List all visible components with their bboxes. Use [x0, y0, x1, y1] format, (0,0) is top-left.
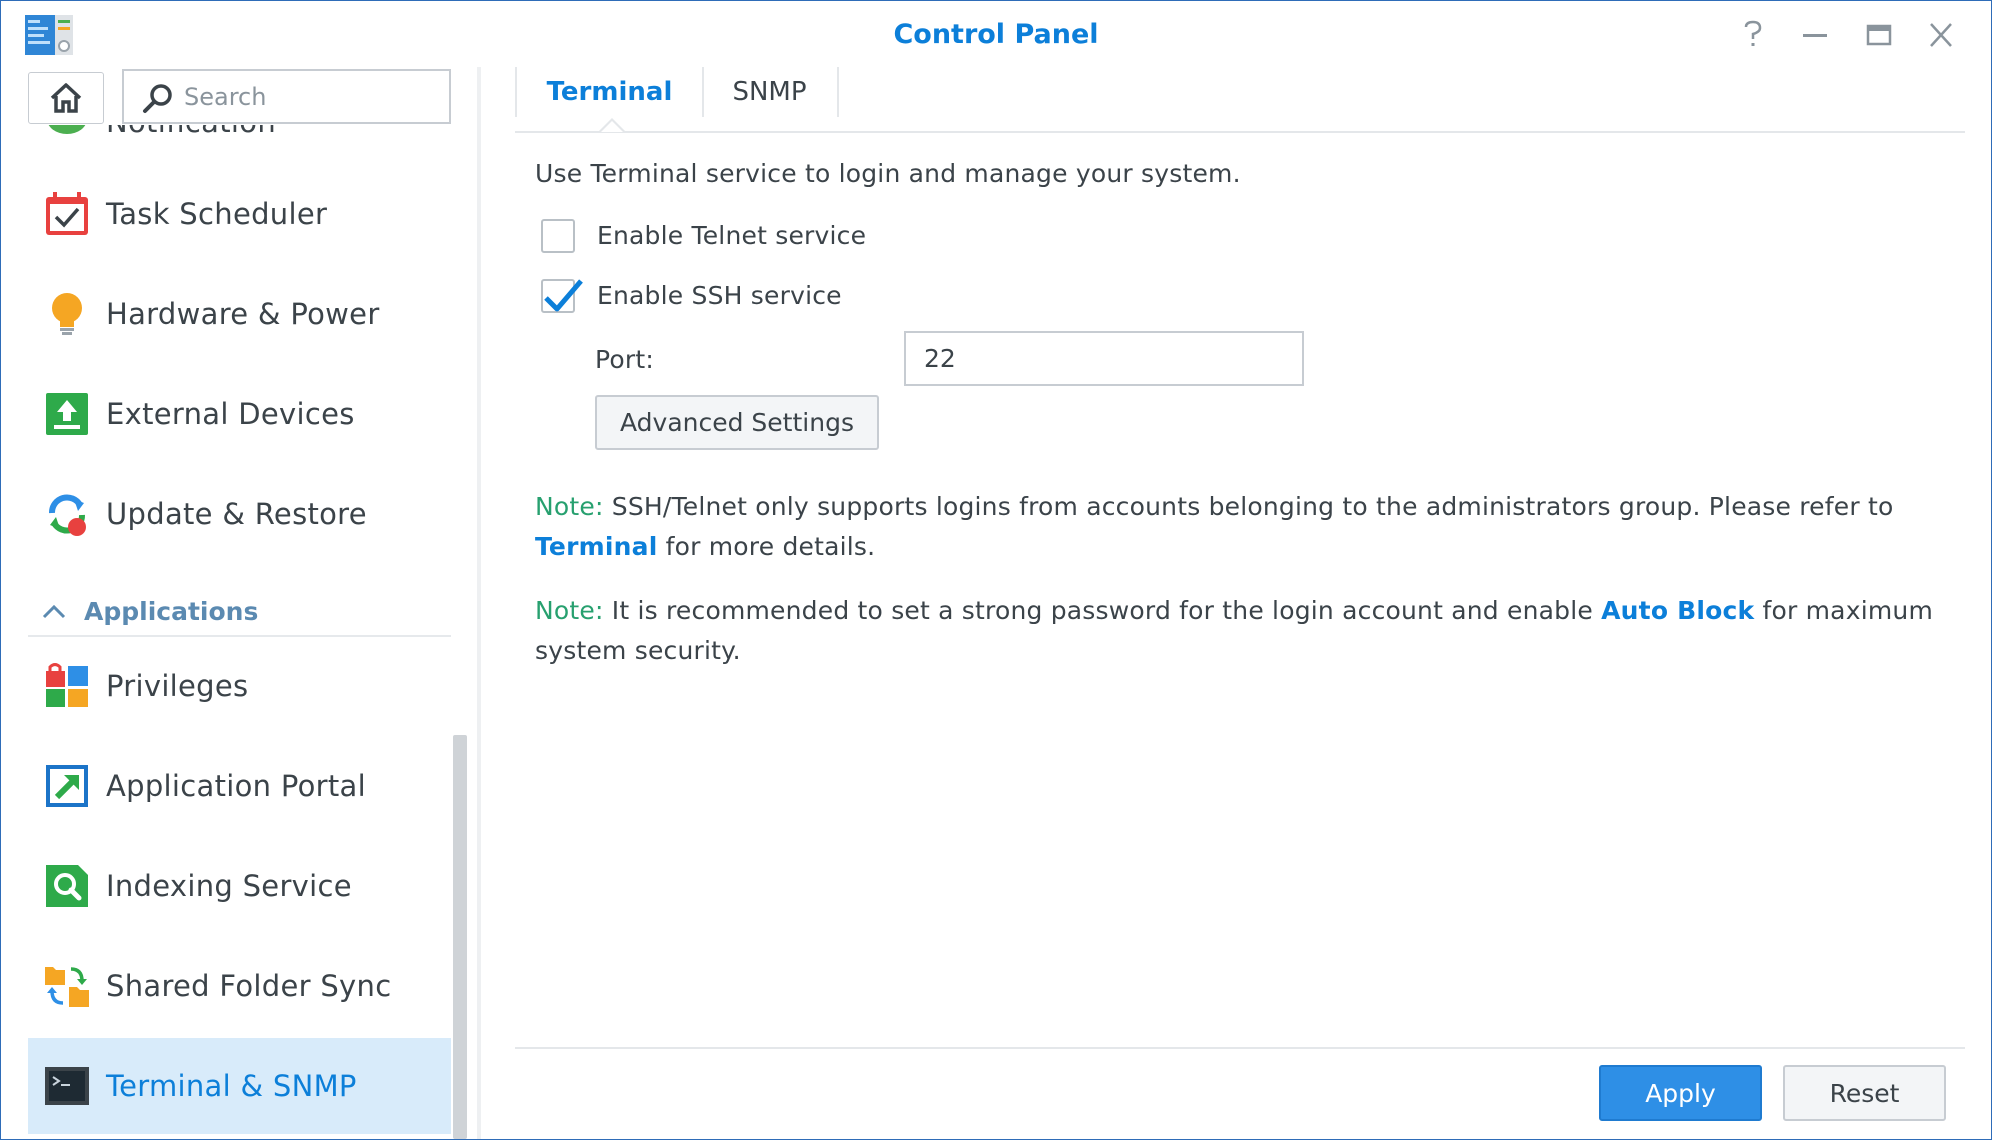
- search-field[interactable]: [122, 69, 451, 124]
- sidebar-item-update-restore[interactable]: Update & Restore: [28, 473, 451, 555]
- note-tag: Note:: [535, 596, 604, 625]
- note-password: Note: It is recommended to set a strong …: [535, 591, 1935, 671]
- tab-snmp[interactable]: SNMP: [702, 67, 839, 117]
- minimize-icon[interactable]: [1797, 19, 1833, 51]
- search-input[interactable]: [182, 81, 436, 113]
- sidebar-scrollbar[interactable]: [453, 735, 467, 1139]
- telnet-checkbox[interactable]: [541, 219, 575, 253]
- search-icon: [143, 84, 172, 113]
- intro-text: Use Terminal service to login and manage…: [535, 159, 1241, 188]
- telnet-label[interactable]: Enable Telnet service: [597, 221, 866, 250]
- note-text: SSH/Telnet only supports logins from acc…: [603, 492, 1894, 521]
- note-text: It is recommended to set a strong passwo…: [603, 596, 1602, 625]
- application-portal-icon: [46, 765, 88, 807]
- sidebar-item-notification[interactable]: Notification: [28, 125, 451, 163]
- notification-icon: [48, 125, 86, 134]
- indexing-service-icon: [46, 865, 88, 907]
- external-devices-icon: [46, 393, 88, 435]
- tab-terminal[interactable]: Terminal: [515, 67, 704, 117]
- tab-bar: Terminal SNMP: [515, 67, 1965, 133]
- sidebar-nav: Notification Task Scheduler: [1, 125, 461, 1139]
- sidebar-item-terminal-snmp[interactable]: Terminal & SNMP: [28, 1038, 451, 1134]
- sidebar-item-label: Shared Folder Sync: [106, 969, 392, 1003]
- sidebar-item-shared-folder-sync[interactable]: Shared Folder Sync: [28, 945, 451, 1027]
- window-title: Control Panel: [893, 19, 1099, 50]
- help-icon[interactable]: [1735, 19, 1771, 51]
- sidebar-item-privileges[interactable]: Privileges: [28, 645, 451, 727]
- note-tag: Note:: [535, 492, 604, 521]
- advanced-settings-button[interactable]: Advanced Settings: [595, 395, 879, 450]
- terminal-help-link[interactable]: Terminal: [535, 532, 657, 561]
- shared-folder-sync-icon: [45, 967, 89, 1007]
- lightbulb-icon: [52, 293, 82, 335]
- close-icon[interactable]: [1923, 19, 1959, 51]
- sidebar-item-label: Notification: [106, 125, 276, 139]
- maximize-icon[interactable]: [1861, 19, 1897, 51]
- section-header-label: Applications: [84, 596, 259, 626]
- reset-button[interactable]: Reset: [1783, 1065, 1946, 1121]
- section-header-applications[interactable]: Applications: [28, 587, 451, 637]
- title-bar: Control Panel: [1, 1, 1991, 67]
- home-button[interactable]: [28, 72, 104, 124]
- sidebar-item-label: Application Portal: [106, 769, 366, 803]
- task-scheduler-icon: [46, 192, 88, 235]
- sidebar-item-task-scheduler[interactable]: Task Scheduler: [28, 173, 451, 255]
- chevron-up-icon: [42, 604, 66, 619]
- sidebar-item-external-devices[interactable]: External Devices: [28, 373, 451, 455]
- sidebar-item-label: Terminal & SNMP: [106, 1069, 357, 1103]
- active-tab-indicator: [599, 118, 625, 132]
- sidebar-item-label: Privileges: [106, 669, 249, 703]
- sidebar-item-indexing-service[interactable]: Indexing Service: [28, 845, 451, 927]
- ssh-checkbox[interactable]: [541, 279, 583, 313]
- update-restore-icon: [49, 494, 86, 536]
- control-panel-window: Control Panel Search Task Scheduler Hard…: [0, 0, 1992, 1140]
- sidebar-item-label: Task Scheduler: [106, 197, 328, 231]
- sidebar-item-label: External Devices: [106, 397, 355, 431]
- apply-button[interactable]: Apply: [1599, 1065, 1762, 1121]
- sidebar-item-label: Indexing Service: [106, 869, 352, 903]
- sidebar: Notification Task Scheduler: [1, 67, 481, 1139]
- port-input[interactable]: [904, 331, 1304, 386]
- auto-block-link[interactable]: Auto Block: [1601, 596, 1754, 625]
- privileges-icon: [46, 663, 88, 707]
- note-text: for more details.: [657, 532, 876, 561]
- port-label: Port:: [595, 345, 654, 374]
- ssh-label[interactable]: Enable SSH service: [597, 281, 842, 310]
- sidebar-item-application-portal[interactable]: Application Portal: [28, 745, 451, 827]
- sidebar-divider: [477, 67, 481, 1139]
- sidebar-item-hardware-power[interactable]: Hardware & Power: [28, 273, 451, 355]
- home-icon: [50, 83, 82, 113]
- checkmark-icon: [544, 279, 583, 312]
- sidebar-item-label: Hardware & Power: [106, 297, 380, 331]
- footer-divider: [515, 1047, 1965, 1049]
- sidebar-item-label: Update & Restore: [106, 497, 367, 531]
- terminal-icon: [45, 1067, 89, 1105]
- note-ssh-telnet: Note: SSH/Telnet only supports logins fr…: [535, 487, 1935, 567]
